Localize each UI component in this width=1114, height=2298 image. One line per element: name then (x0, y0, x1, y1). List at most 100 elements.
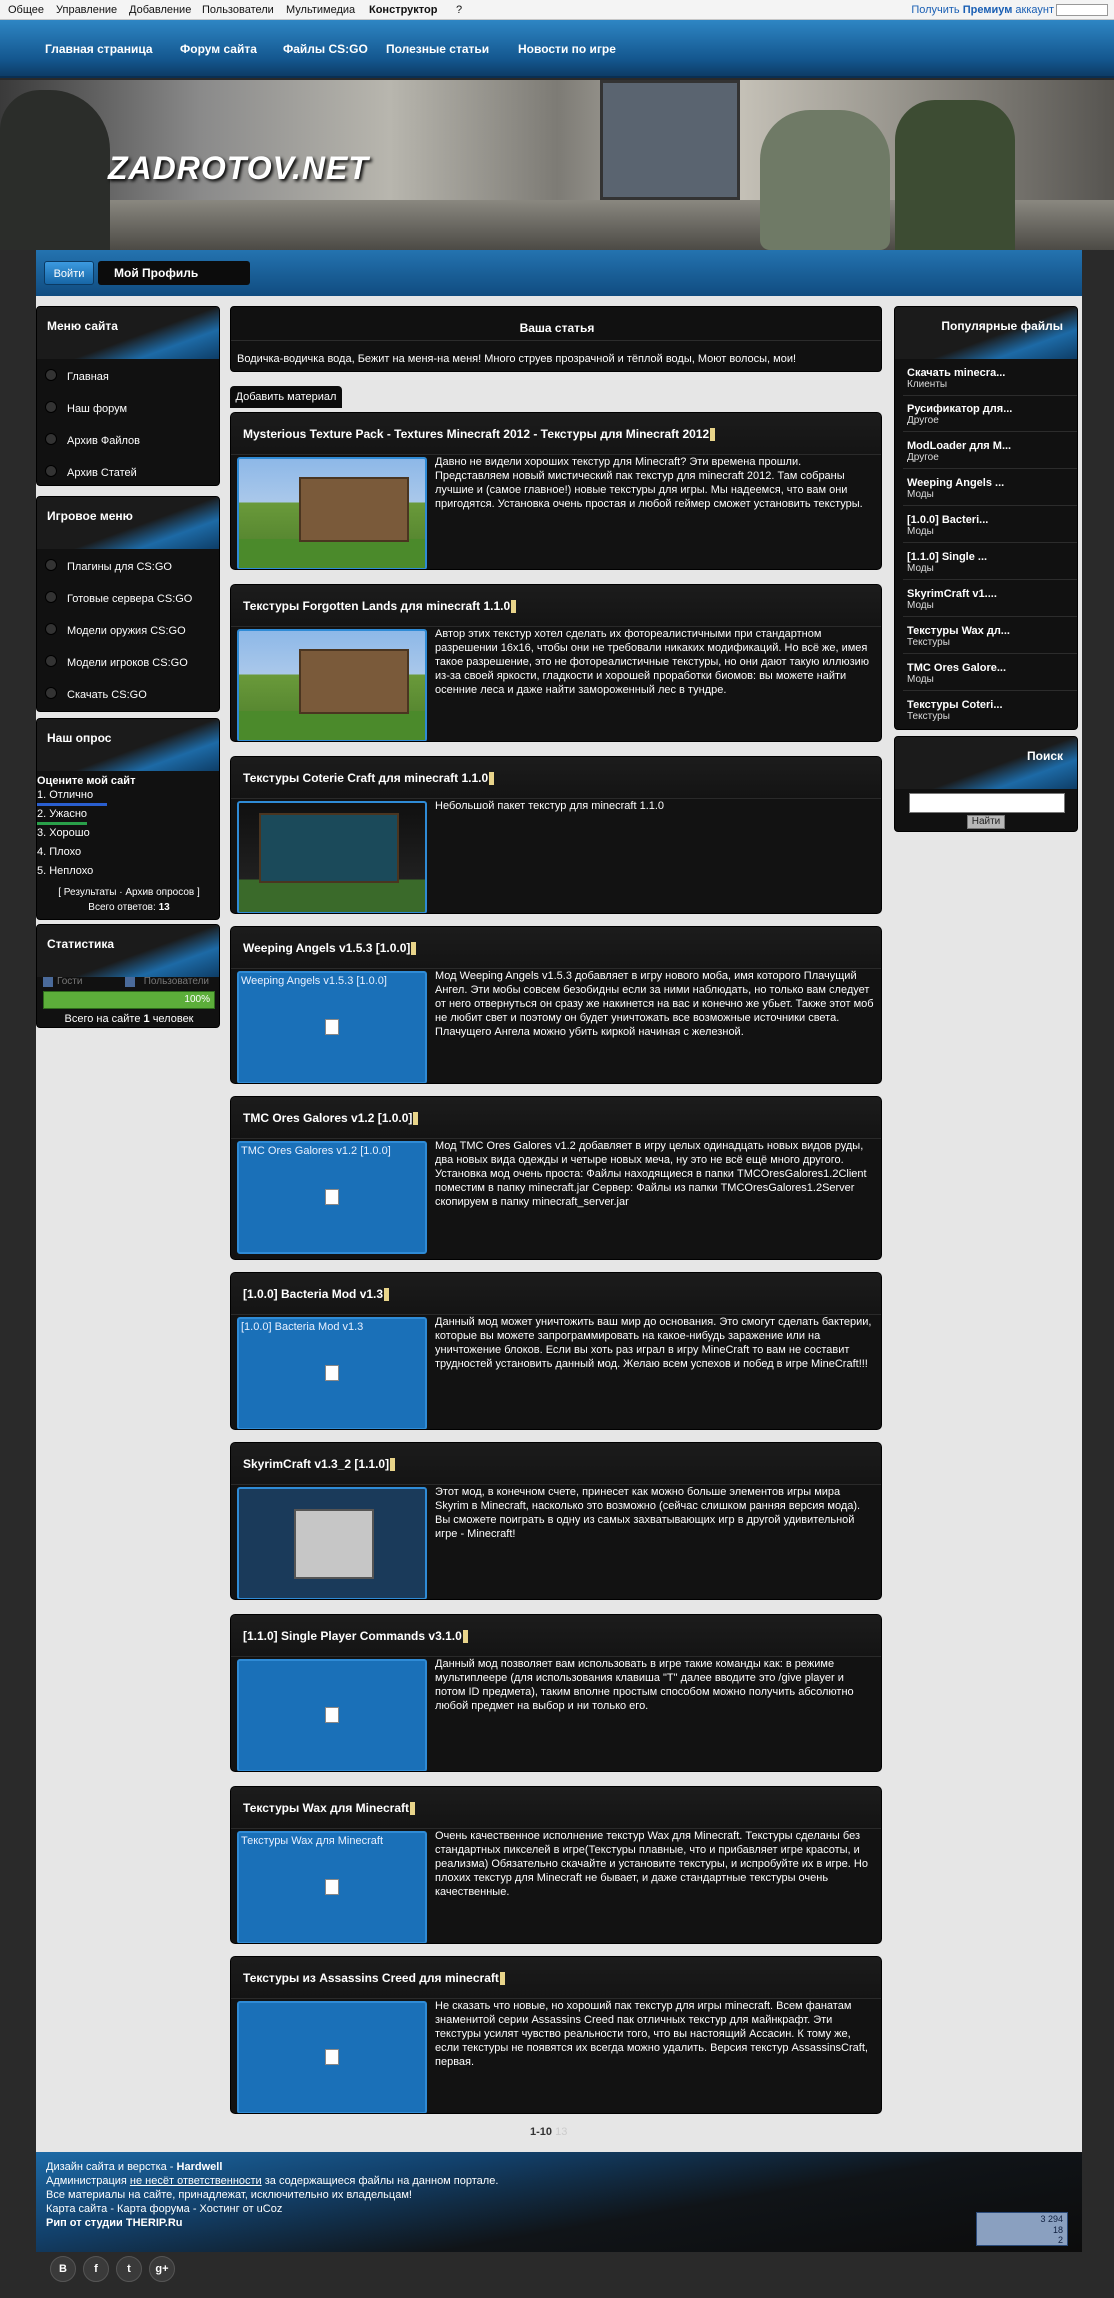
footer-not-responsible[interactable]: не несёт ответственности (130, 2175, 262, 2187)
poll-option-2[interactable]: 2. Ужасно (37, 808, 87, 820)
article-title-text[interactable]: Mysterious Texture Pack - Textures Minec… (243, 427, 709, 441)
article-title[interactable]: Текстуры Wax для Minecraft (243, 1801, 416, 1816)
poll-option-1[interactable]: 1. Отлично (37, 789, 93, 801)
nav-forum[interactable]: Форум сайта (180, 42, 257, 56)
vk-icon[interactable]: В (50, 2256, 76, 2282)
article-title[interactable]: Текстуры Forgotten Lands для minecraft 1… (243, 599, 517, 614)
popular-item-title[interactable]: Текстуры Wax дл... (907, 625, 1077, 637)
article-thumbnail[interactable] (237, 1659, 427, 1771)
article-title[interactable]: Weeping Angels v1.5.3 [1.0.0] (243, 941, 417, 956)
article-thumbnail[interactable] (237, 1487, 427, 1599)
article-thumbnail[interactable]: TMC Ores Galores v1.2 [1.0.0] (237, 1141, 427, 1254)
menu-item-home[interactable]: Главная (67, 371, 109, 383)
menu-item-files[interactable]: Архив Файлов (67, 435, 140, 447)
menu-item-weapon-models[interactable]: Модели оружия CS:GO (67, 625, 186, 637)
popular-item-title[interactable]: ModLoader для M... (907, 440, 1077, 452)
popular-item[interactable]: Weeping Angels ... Моды (907, 477, 1077, 500)
popular-item-title[interactable]: [1.1.0] Single ... (907, 551, 1077, 563)
popular-item-title[interactable]: Русификатор для... (907, 403, 1077, 415)
topbar-item-add[interactable]: Добавление (129, 4, 191, 16)
counter-widget[interactable]: 3 294 18 2 (976, 2212, 1068, 2246)
popular-item[interactable]: [1.1.0] Single ... Моды (907, 551, 1077, 574)
popular-item[interactable]: TMC Ores Galore... Моды (907, 662, 1077, 685)
footer-designer[interactable]: Hardwell (177, 2161, 223, 2173)
topbar-item-manage[interactable]: Управление (56, 4, 117, 16)
premium-link[interactable]: Получить Премиум аккаунт (911, 4, 1054, 16)
article-thumbnail[interactable]: [1.0.0] Bacteria Mod v1.3 (237, 1317, 427, 1429)
menu-item-servers[interactable]: Готовые сервера CS:GO (67, 593, 192, 605)
article-thumbnail[interactable] (237, 629, 427, 741)
menu-item-download[interactable]: Скачать CS:GO (67, 689, 147, 701)
popular-item-title[interactable]: Weeping Angels ... (907, 477, 1077, 489)
article-thumbnail[interactable]: Текстуры Wax для Minecraft (237, 1831, 427, 1943)
article-title[interactable]: Mysterious Texture Pack - Textures Minec… (243, 427, 716, 442)
article-title-text[interactable]: SkyrimCraft v1.3_2 [1.1.0] (243, 1457, 389, 1471)
article-title-text[interactable]: [1.0.0] Bacteria Mod v1.3 (243, 1287, 383, 1301)
topbar-item-users[interactable]: Пользователи (202, 4, 274, 16)
nav-home[interactable]: Главная страница (45, 42, 153, 56)
article-title[interactable]: Текстуры Coterie Craft для minecraft 1.1… (243, 771, 495, 786)
topbar-item-help[interactable]: ? (456, 4, 462, 16)
article-title-text[interactable]: Текстуры Wax для Minecraft (243, 1801, 409, 1815)
pager-next[interactable]: 13 (555, 2126, 567, 2138)
search-button[interactable]: Найти (967, 815, 1005, 829)
poll-option-4[interactable]: 4. Плохо (37, 846, 81, 858)
article-thumbnail[interactable] (237, 457, 427, 569)
poll-header: Наш опрос (37, 719, 219, 771)
topbar-item-constructor[interactable]: Конструктор (369, 4, 437, 16)
profile-button[interactable]: Мой Профиль (98, 261, 250, 285)
article-title[interactable]: Текстуры из Assassins Creed для minecraf… (243, 1971, 505, 1986)
footer-line-sitemap[interactable]: Карта сайта - Карта форума - Хостинг от … (46, 2202, 498, 2216)
popular-item[interactable]: SkyrimCraft v1.... Моды (907, 588, 1077, 611)
login-button[interactable]: Войти (44, 261, 94, 285)
menu-item-player-models[interactable]: Модели игроков CS:GO (67, 657, 188, 669)
nav-files[interactable]: Файлы CS:GO (283, 42, 368, 56)
article-title-text[interactable]: Weeping Angels v1.5.3 [1.0.0] (243, 941, 410, 955)
poll-option-5[interactable]: 5. Неплохо (37, 865, 93, 877)
twitter-icon[interactable]: t (116, 2256, 142, 2282)
menu-item-forum[interactable]: Наш форум (67, 403, 127, 415)
article-title-text[interactable]: [1.1.0] Single Player Commands v3.1.0 (243, 1629, 462, 1643)
popular-item-title[interactable]: Скачать minecra... (907, 367, 1077, 379)
popular-item[interactable]: Русификатор для... Другое (907, 403, 1077, 426)
divider (903, 431, 1077, 432)
article-title-text[interactable]: Текстуры Coterie Craft для minecraft 1.1… (243, 771, 488, 785)
nav-news[interactable]: Новости по игре (518, 42, 616, 56)
poll-option-3[interactable]: 3. Хорошо (37, 827, 90, 839)
popular-item[interactable]: Текстуры Coteri... Текстуры (907, 699, 1077, 722)
popular-item[interactable]: ModLoader для M... Другое (907, 440, 1077, 463)
menu-item-articles[interactable]: Архив Статей (67, 467, 137, 479)
popular-item[interactable]: Скачать minecra... Клиенты (907, 367, 1077, 390)
site-logo[interactable]: ZADROTOV.NET (108, 150, 369, 187)
popular-item-title[interactable]: TMC Ores Galore... (907, 662, 1077, 674)
article-title-text[interactable]: TMC Ores Galores v1.2 [1.0.0] (243, 1111, 412, 1125)
counter-value-3: 2 (1057, 2235, 1063, 2245)
search-input[interactable] (909, 793, 1065, 813)
article-title[interactable]: TMC Ores Galores v1.2 [1.0.0] (243, 1111, 419, 1126)
article-title-text[interactable]: Текстуры из Assassins Creed для minecraf… (243, 1971, 499, 1985)
facebook-icon[interactable]: f (83, 2256, 109, 2282)
article-thumbnail[interactable] (237, 2001, 427, 2113)
article-title[interactable]: [1.0.0] Bacteria Mod v1.3 (243, 1287, 390, 1302)
game-menu-title: Игровое меню (47, 509, 133, 523)
popular-item[interactable]: Текстуры Wax дл... Текстуры (907, 625, 1077, 648)
topbar-toggle[interactable] (1056, 4, 1108, 16)
topbar-item-general[interactable]: Общее (8, 4, 44, 16)
add-material-button[interactable]: Добавить материал (230, 386, 342, 408)
article-thumbnail[interactable] (237, 801, 427, 913)
popular-item[interactable]: [1.0.0] Bacteri... Моды (907, 514, 1077, 537)
google-plus-icon[interactable]: g+ (149, 2256, 175, 2282)
article-title[interactable]: SkyrimCraft v1.3_2 [1.1.0] (243, 1457, 396, 1472)
article-thumbnail[interactable]: Weeping Angels v1.5.3 [1.0.0] (237, 971, 427, 1083)
popular-item-title[interactable]: [1.0.0] Bacteri... (907, 514, 1077, 526)
article-text: Автор этих текстур хотел сделать их фото… (435, 628, 870, 696)
nav-articles[interactable]: Полезные статьи (386, 42, 489, 56)
article-title[interactable]: [1.1.0] Single Player Commands v3.1.0 (243, 1629, 468, 1644)
popular-item-title[interactable]: SkyrimCraft v1.... (907, 588, 1077, 600)
poll-links[interactable]: [ Результаты · Архив опросов ] (37, 887, 219, 898)
topbar-item-multimedia[interactable]: Мультимедиа (286, 4, 355, 16)
popular-item-title[interactable]: Текстуры Coteri... (907, 699, 1077, 711)
footer-line-rip[interactable]: Рип от студии THERIP.Ru (46, 2216, 498, 2230)
article-title-text[interactable]: Текстуры Forgotten Lands для minecraft 1… (243, 599, 510, 613)
menu-item-plugins[interactable]: Плагины для CS:GO (67, 561, 172, 573)
